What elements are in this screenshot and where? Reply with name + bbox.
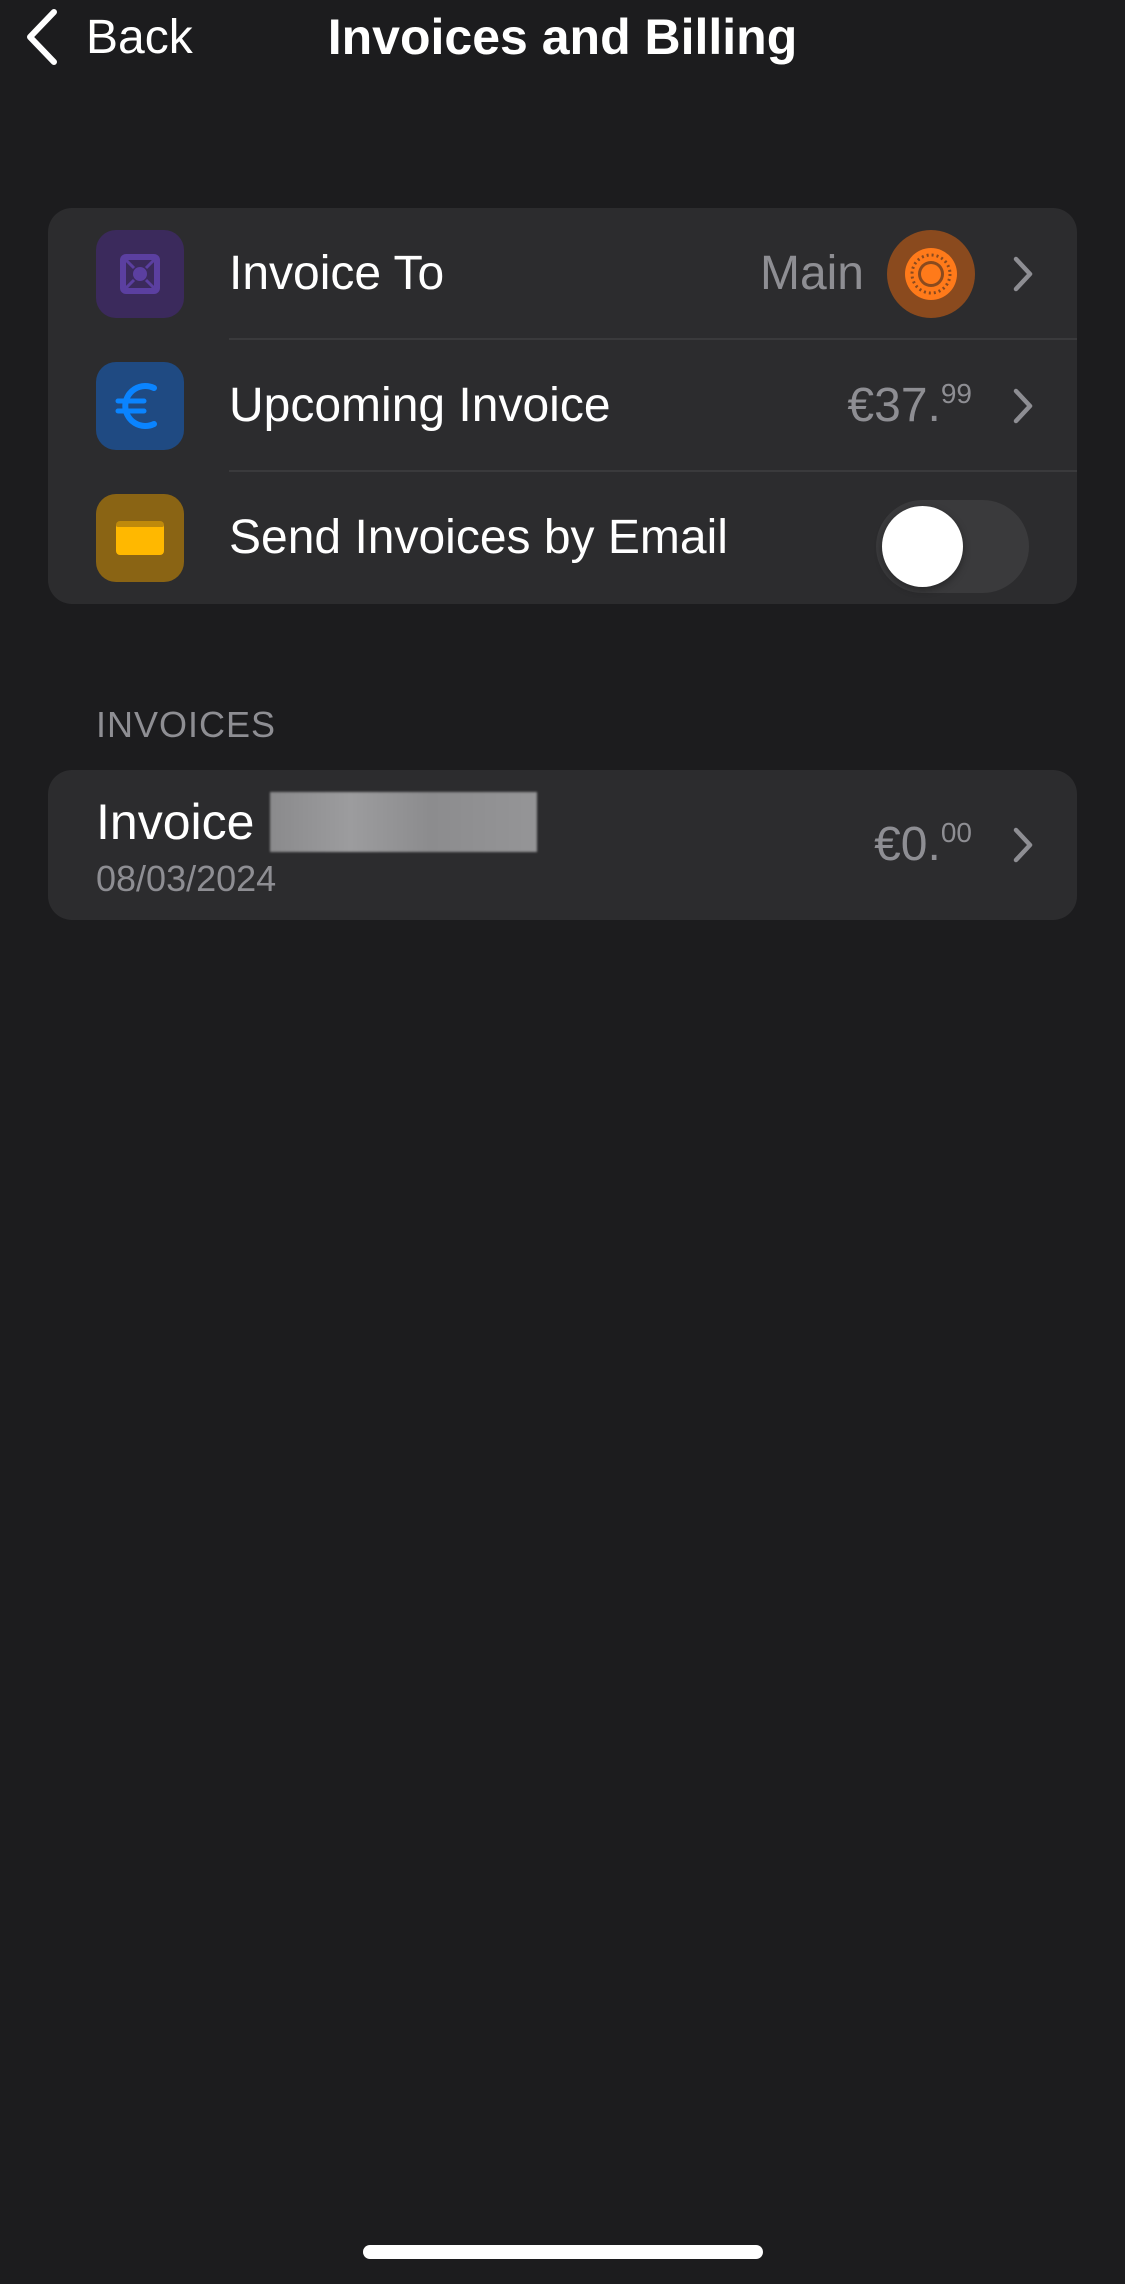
invoices-section-header: INVOICES — [96, 704, 277, 745]
envelope-icon — [96, 494, 184, 582]
upcoming-invoice-amount-main: €37. — [847, 379, 941, 432]
toggle-knob — [882, 506, 963, 587]
back-button[interactable]: Back — [22, 4, 193, 70]
invoice-amount: €0.00 — [874, 770, 972, 920]
upcoming-invoice-label: Upcoming Invoice — [229, 379, 611, 432]
invoice-to-row[interactable]: Invoice To Main — [48, 208, 1077, 340]
billing-settings-group: Invoice To Main Upcoming Invoice €37.99 — [48, 208, 1077, 604]
chevron-right-icon — [1013, 388, 1033, 424]
back-label: Back — [86, 10, 193, 64]
chevron-right-icon — [1013, 827, 1033, 863]
invoice-amount-cents: 00 — [940, 817, 972, 848]
send-invoices-email-row: Send Invoices by Email — [48, 472, 1077, 604]
upcoming-invoice-amount: €37.99 — [847, 340, 972, 472]
account-avatar-icon — [887, 230, 975, 318]
upcoming-invoice-row[interactable]: Upcoming Invoice €37.99 — [48, 340, 1077, 472]
navigation-bar: Back Invoices and Billing — [0, 0, 1125, 80]
invoice-title: Invoice — [96, 794, 255, 850]
upcoming-invoice-amount-cents: 99 — [940, 378, 972, 409]
invoice-to-label: Invoice To — [229, 247, 445, 300]
send-invoices-email-label: Send Invoices by Email — [229, 511, 728, 564]
chevron-left-icon — [27, 9, 57, 65]
home-indicator[interactable] — [363, 2245, 763, 2259]
invoice-to-value: Main — [759, 247, 864, 300]
invoice-date: 08/03/2024 — [96, 858, 277, 899]
invoice-amount-main: €0. — [874, 818, 941, 871]
safe-box-icon — [96, 230, 184, 318]
invoice-list-item[interactable]: Invoice 08/03/2024 €0.00 — [48, 770, 1077, 920]
redacted-invoice-number — [270, 792, 538, 852]
chevron-right-icon — [1013, 256, 1033, 292]
euro-icon — [96, 362, 184, 450]
send-invoices-email-toggle[interactable] — [876, 500, 1029, 593]
invoice-title-wrap: Invoice — [96, 790, 538, 854]
